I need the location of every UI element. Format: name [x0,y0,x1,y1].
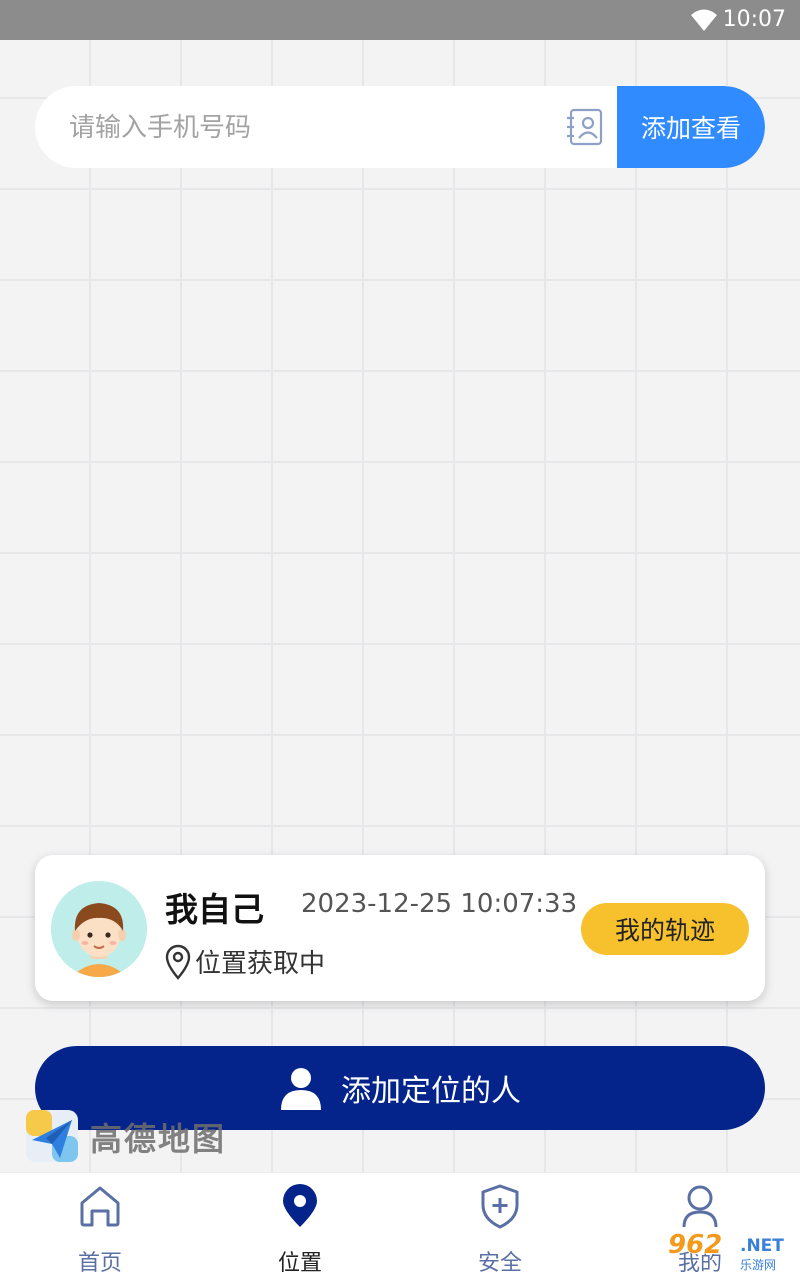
home-icon [80,1186,120,1227]
contact-book-icon[interactable] [565,107,605,147]
user-icon [682,1185,718,1228]
phone-search-bar: 添加查看 [35,86,765,168]
nav-item-home[interactable]: 首页 [0,1173,200,1281]
location-status-text: 位置获取中 [195,949,326,979]
phone-number-input[interactable] [67,86,571,168]
my-track-button[interactable]: 我的轨迹 [581,903,749,955]
location-pin-outline-icon [165,944,191,980]
shield-plus-icon [481,1184,519,1229]
status-bar: 10:07 [0,0,800,40]
amap-logo: 高德地图 [24,1108,244,1166]
nav-label-home: 首页 [77,1251,122,1276]
location-pin-icon [283,1184,317,1227]
add-view-button[interactable]: 添加查看 [617,86,765,168]
boy-avatar-icon [51,881,147,977]
avatar [51,881,147,977]
self-location-card: 我自己 2023-12-25 10:07:33 位置获取中 我的轨迹 [35,855,765,1001]
nav-item-safety[interactable]: 安全 [400,1173,600,1281]
amap-wordmark: 高德地图 [90,1120,227,1158]
person-icon [281,1068,321,1110]
nav-label-safety: 安全 [477,1251,522,1276]
watermark-brand: 962 [668,1230,723,1260]
nav-label-location: 位置 [277,1251,322,1276]
watermark-sub: 乐游网 [740,1258,777,1272]
location-status-row: 位置获取中 [163,943,325,980]
wifi-icon [691,9,717,31]
nav-item-location[interactable]: 位置 [200,1173,400,1281]
status-time: 10:07 [722,7,786,32]
site-watermark: 962 .NET 乐游网 [666,1230,796,1276]
add-person-label: 添加定位的人 [341,1074,521,1109]
amap-logo-icon [26,1110,78,1162]
person-name: 我自己 [165,890,264,929]
location-timestamp: 2023-12-25 10:07:33 [301,889,578,919]
watermark-suffix: .NET [740,1236,784,1256]
